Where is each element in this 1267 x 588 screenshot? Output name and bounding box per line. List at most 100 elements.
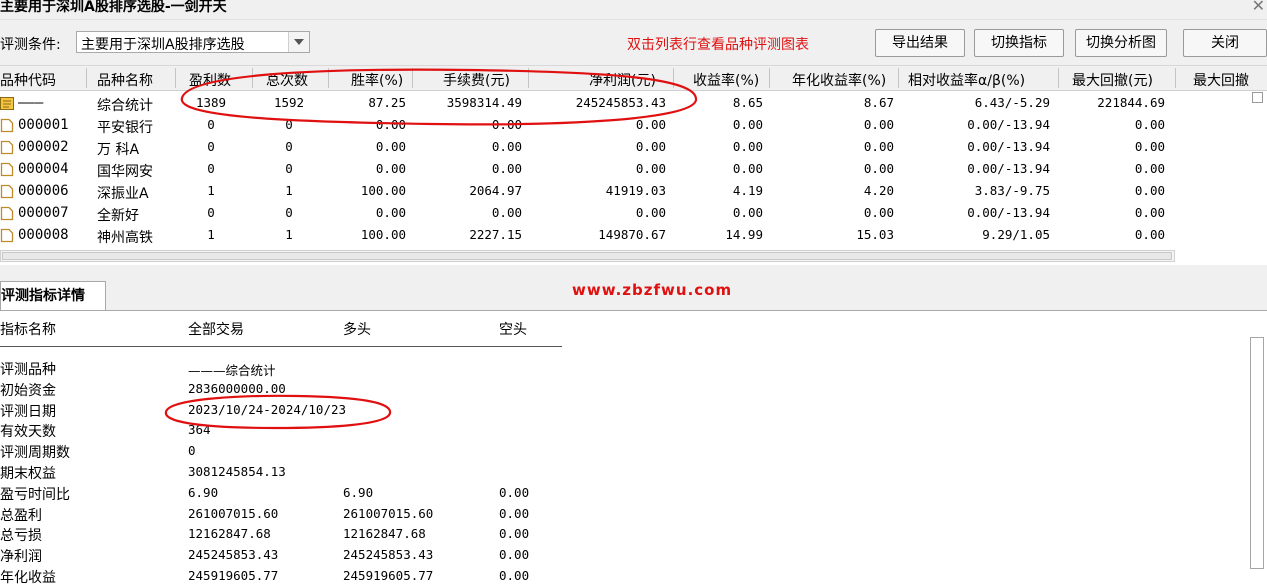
- tab-detail[interactable]: 评测指标详情: [0, 281, 106, 310]
- detail-row: 评测品种 ———综合统计: [0, 359, 600, 380]
- cell-name: 万 科A: [97, 142, 140, 158]
- column-header[interactable]: 品种代码: [0, 70, 56, 90]
- cell-code: 000004: [18, 161, 69, 177]
- column-header[interactable]: 最大回撤: [1193, 70, 1249, 90]
- column-header[interactable]: 盈利数: [189, 70, 231, 90]
- cell-winrate: 0.00: [375, 117, 406, 132]
- metric-long-value: 6.90: [343, 484, 374, 500]
- metric-all-value: 12162847.68: [188, 526, 271, 542]
- detail-row: 期末权益 3081245854.13: [0, 463, 600, 484]
- metric-label: 有效天数: [0, 424, 56, 441]
- column-header[interactable]: 年化收益率(%): [792, 70, 886, 90]
- cell-relative-return: 9.29/1.05: [982, 227, 1050, 242]
- column-header[interactable]: 胜率(%): [351, 70, 403, 90]
- table-row[interactable]: 000004 国华网安 0 0 0.00 0.00 0.00 0.00 0.00 0.00/-13…: [0, 158, 1250, 180]
- scrollbar-thumb[interactable]: [2, 252, 1172, 260]
- metric-label: 总盈利: [0, 507, 42, 524]
- detail-row: 净利润 245245853.43 245245853.43 0.00: [0, 546, 600, 567]
- toolbar: 评测条件: 主要用于深圳A股排序选股 双击列表行查看品种评测图表 导出结果 切换…: [0, 20, 1267, 65]
- cell-max-drawdown: 0.00: [1134, 205, 1165, 220]
- hint-text: 双击列表行查看品种评测图表: [627, 37, 809, 53]
- detail-row: 评测日期 2023/10/24-2024/10/23: [0, 401, 600, 422]
- cell-relative-return: 6.43/-5.29: [974, 95, 1050, 110]
- table-row[interactable]: 000008 神州高铁 1 1 100.00 2227.15 149870.67 14.99 1…: [0, 224, 1250, 246]
- cell-name: 全新好: [97, 208, 139, 224]
- dropdown-arrow-icon[interactable]: [288, 32, 309, 52]
- cell-code: 000002: [18, 139, 69, 155]
- cell-winrate: 0.00: [375, 139, 406, 154]
- metric-label: 年化收益: [0, 570, 56, 586]
- cell-annual-return: 4.20: [863, 183, 894, 198]
- cell-winrate: 87.25: [368, 95, 406, 110]
- column-header[interactable]: 品种名称: [97, 70, 153, 90]
- metric-all-value: 3081245854.13: [188, 464, 286, 479]
- detail-row: 总盈利 261007015.60 261007015.60 0.00: [0, 505, 600, 526]
- cell-profit: 149870.67: [598, 227, 666, 242]
- cell-total: 1: [285, 227, 293, 242]
- cell-total: 0: [285, 205, 293, 220]
- cell-annual-return: 0.00: [863, 117, 894, 132]
- cell-return: 0.00: [732, 205, 763, 220]
- cell-code: 000006: [18, 183, 69, 199]
- cell-max-drawdown: 0.00: [1134, 161, 1165, 176]
- cell-name: 综合统计: [97, 98, 153, 114]
- result-grid[interactable]: 品种代码 品种名称 盈利数 总次数 胜率(%) 手续费(元) 净利润(元) 收益…: [0, 65, 1267, 265]
- column-header[interactable]: 收益率(%): [693, 70, 759, 90]
- cell-profit: 245245853.43: [575, 95, 666, 110]
- column-header[interactable]: 相对收益率α/β(%): [908, 70, 1025, 90]
- cell-code: ———: [18, 95, 44, 111]
- metric-all-value: 6.90: [188, 484, 219, 500]
- cell-annual-return: 15.03: [856, 227, 894, 242]
- cell-fee: 3598314.49: [446, 95, 522, 110]
- metric-label: 评测品种: [0, 362, 56, 378]
- column-header[interactable]: 最大回撤(元): [1072, 70, 1153, 90]
- export-button[interactable]: 导出结果: [875, 29, 965, 57]
- cell-total: 0: [285, 117, 293, 132]
- horizontal-scrollbar[interactable]: [0, 250, 1175, 262]
- cell-total: 1: [285, 183, 293, 198]
- cell-winrate: 100.00: [360, 183, 406, 198]
- cell-relative-return: 0.00/-13.94: [967, 117, 1050, 132]
- document-icon: [0, 228, 14, 243]
- table-row[interactable]: 000002 万 科A 0 0 0.00 0.00 0.00 0.00 0.00 0.00/-13…: [0, 136, 1250, 158]
- detail-row: 评测周期数 0: [0, 442, 600, 463]
- metric-all-value: 245919605.77: [188, 568, 279, 583]
- cell-relative-return: 0.00/-13.94: [967, 161, 1050, 176]
- table-row[interactable]: 000001 平安银行 0 0 0.00 0.00 0.00 0.00 0.00 0.00/-13…: [0, 114, 1250, 136]
- metric-label: 总亏损: [0, 528, 42, 545]
- switch-indicator-button[interactable]: 切换指标: [974, 29, 1064, 57]
- close-icon[interactable]: ✕: [1252, 0, 1265, 15]
- metric-label: 评测日期: [0, 403, 56, 420]
- cell-return: 0.00: [732, 161, 763, 176]
- detail-panel: 指标名称 全部交易 多头 空头 评测品种 ———综合统计 初始资金 283600000…: [0, 310, 1267, 586]
- cell-wins: 1389: [195, 95, 227, 110]
- header-divider: [0, 346, 562, 347]
- document-icon: [0, 162, 14, 177]
- metric-label: 盈亏时间比: [0, 486, 70, 503]
- table-row[interactable]: 000007 全新好 0 0 0.00 0.00 0.00 0.00 0.00 0.00/-13.…: [0, 202, 1250, 224]
- column-header[interactable]: 手续费(元): [443, 70, 510, 90]
- close-button[interactable]: 关闭: [1183, 29, 1267, 57]
- cell-return: 4.19: [732, 183, 763, 198]
- cell-code: 000007: [18, 205, 69, 221]
- column-header[interactable]: 总次数: [266, 70, 308, 90]
- vertical-scrollbar[interactable]: [1250, 337, 1264, 569]
- cell-return: 0.00: [732, 117, 763, 132]
- cell-max-drawdown: 0.00: [1134, 139, 1165, 154]
- column-header[interactable]: 净利润(元): [589, 70, 656, 90]
- metric-short-value: 0.00: [499, 547, 530, 563]
- detail-row: 初始资金 2836000000.00: [0, 380, 600, 401]
- cell-code: 000008: [18, 227, 69, 243]
- document-icon: [0, 206, 14, 221]
- switch-chart-button[interactable]: 切换分析图: [1075, 29, 1167, 57]
- metric-all-value: 364: [188, 422, 211, 438]
- grid-scroll-box[interactable]: [1252, 92, 1263, 103]
- cell-wins: 1: [207, 227, 215, 242]
- detail-row: 总亏损 12162847.68 12162847.68 0.00: [0, 525, 600, 546]
- cell-return: 14.99: [725, 227, 763, 242]
- summary-row[interactable]: ——— 综合统计 1389 1592 87.25 3598314.49 245245853.…: [0, 92, 1250, 114]
- table-row[interactable]: 000006 深振业A 1 1 100.00 2064.97 41919.03 4.19 4.2…: [0, 180, 1250, 202]
- condition-select[interactable]: 主要用于深圳A股排序选股: [76, 31, 310, 53]
- cell-fee: 0.00: [491, 161, 522, 176]
- metric-label: 净利润: [0, 549, 42, 566]
